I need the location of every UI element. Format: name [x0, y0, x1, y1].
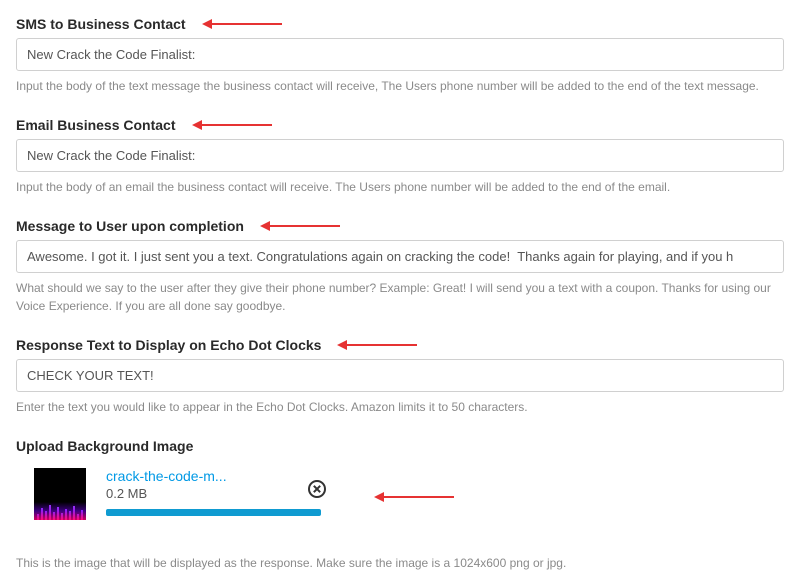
- upload-filename-link[interactable]: crack-the-code-m...: [106, 468, 308, 484]
- email-label-row: Email Business Contact: [16, 117, 784, 133]
- upload-field-group: Upload Background Image crack-the-code-m…: [16, 438, 784, 520]
- upload-label: Upload Background Image: [16, 438, 784, 454]
- upload-footer-help: This is the image that will be displayed…: [16, 556, 784, 570]
- email-help-text: Input the body of an email the business …: [16, 178, 784, 196]
- sms-label-row: SMS to Business Contact: [16, 16, 784, 32]
- echo-field-group: Response Text to Display on Echo Dot Clo…: [16, 337, 784, 416]
- completion-input[interactable]: [16, 240, 784, 273]
- sms-field-group: SMS to Business Contact Input the body o…: [16, 16, 784, 95]
- upload-filesize: 0.2 MB: [106, 486, 308, 501]
- echo-label: Response Text to Display on Echo Dot Clo…: [16, 337, 321, 353]
- annotation-arrow-icon: [260, 221, 340, 231]
- echo-label-row: Response Text to Display on Echo Dot Clo…: [16, 337, 784, 353]
- annotation-arrow-icon: [337, 340, 417, 350]
- completion-help-text: What should we say to the user after the…: [16, 279, 784, 315]
- echo-help-text: Enter the text you would like to appear …: [16, 398, 784, 416]
- sms-input[interactable]: [16, 38, 784, 71]
- upload-row: crack-the-code-m... 0.2 MB: [16, 468, 784, 520]
- remove-upload-button[interactable]: [308, 480, 326, 498]
- echo-input[interactable]: [16, 359, 784, 392]
- email-label: Email Business Contact: [16, 117, 176, 133]
- completion-label: Message to User upon completion: [16, 218, 244, 234]
- email-field-group: Email Business Contact Input the body of…: [16, 117, 784, 196]
- upload-progress-bar: [106, 509, 321, 516]
- sms-help-text: Input the body of the text message the b…: [16, 77, 784, 95]
- completion-field-group: Message to User upon completion What sho…: [16, 218, 784, 315]
- annotation-arrow-icon: [202, 19, 282, 29]
- upload-meta-row: crack-the-code-m... 0.2 MB: [106, 468, 326, 509]
- upload-info: crack-the-code-m... 0.2 MB: [106, 468, 326, 516]
- annotation-arrow-icon: [374, 492, 454, 502]
- completion-label-row: Message to User upon completion: [16, 218, 784, 234]
- annotation-arrow-icon: [192, 120, 272, 130]
- email-input[interactable]: [16, 139, 784, 172]
- sms-label: SMS to Business Contact: [16, 16, 186, 32]
- upload-thumbnail[interactable]: [34, 468, 86, 520]
- upload-annotation: [358, 492, 454, 502]
